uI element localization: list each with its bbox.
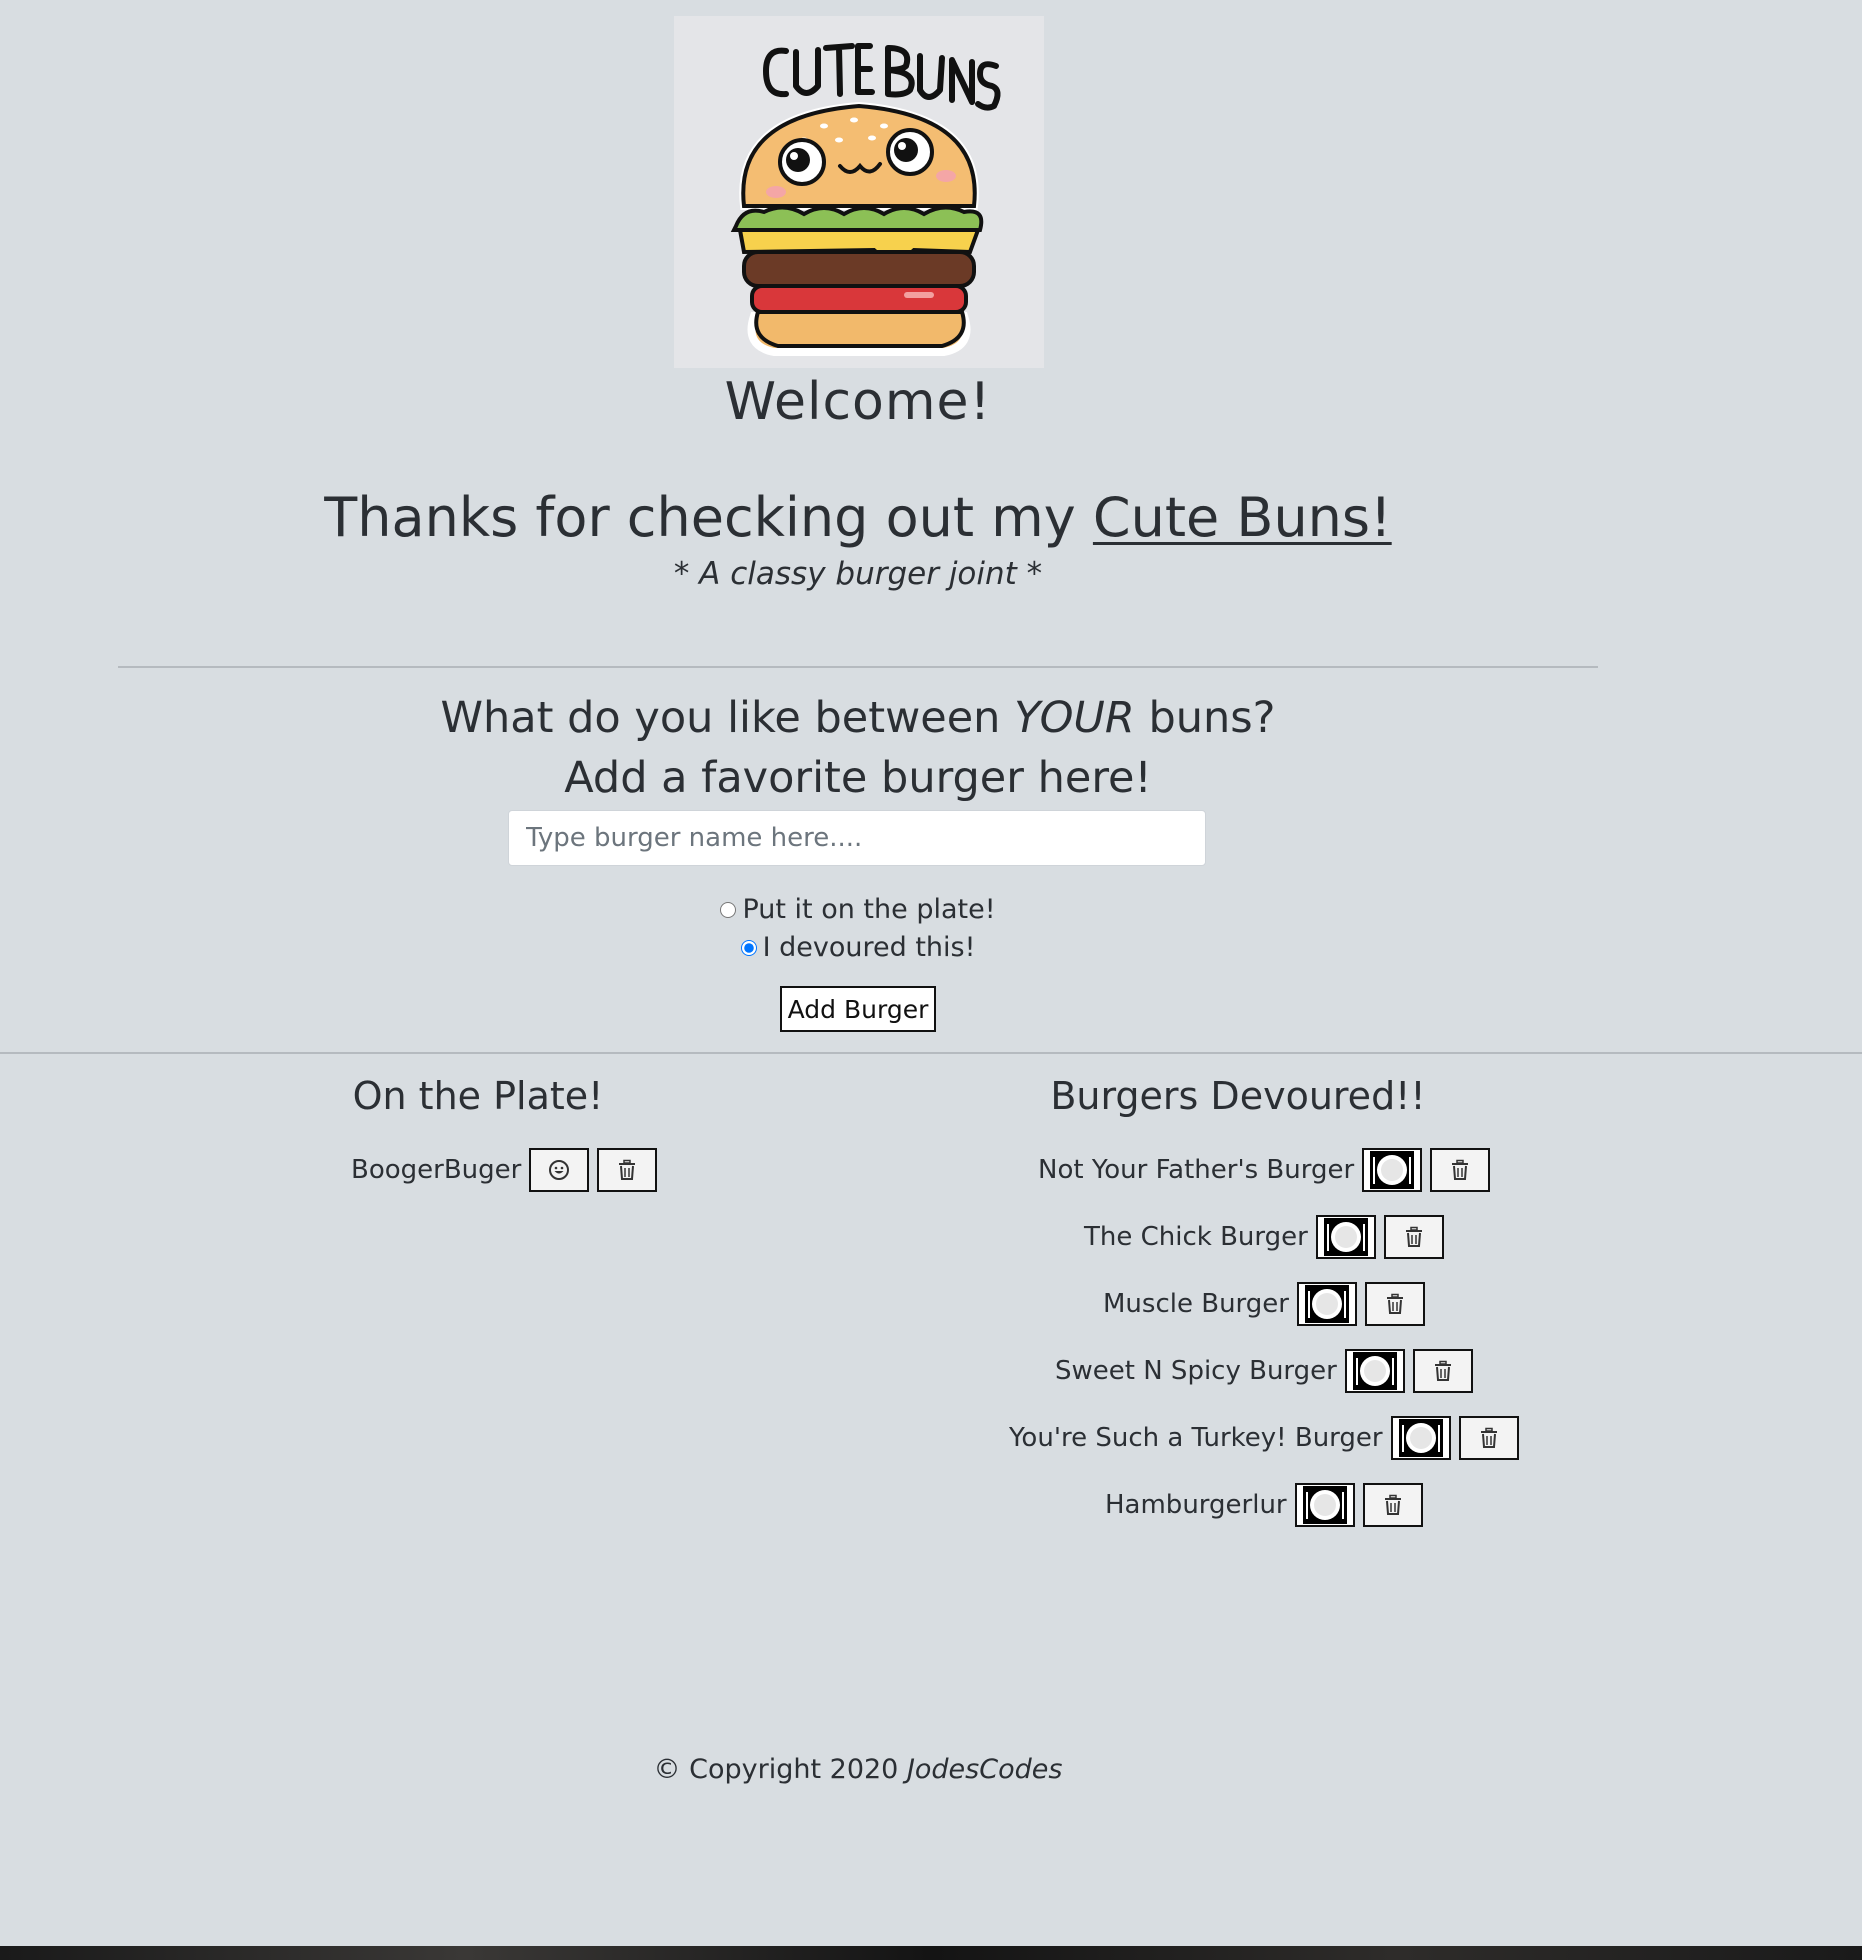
author-name: JodesCodes xyxy=(906,1754,1063,1785)
burger-name: Muscle Burger xyxy=(1103,1289,1289,1319)
burger-name: The Chick Burger xyxy=(1084,1222,1308,1252)
trash-icon xyxy=(619,1159,636,1180)
devoured-item: The Chick Burger xyxy=(1084,1215,1444,1259)
delete-button[interactable] xyxy=(1362,1483,1423,1527)
trash-icon xyxy=(1480,1427,1497,1448)
radio-plate[interactable] xyxy=(720,901,737,918)
plate-icon xyxy=(1302,1486,1347,1524)
plate-icon xyxy=(1398,1419,1443,1457)
section-divider xyxy=(0,1052,1862,1054)
move-to-plate-button[interactable] xyxy=(1344,1349,1405,1393)
delete-button[interactable] xyxy=(1430,1148,1491,1192)
welcome-heading: Welcome! xyxy=(724,372,992,432)
radio-devoured-row: I devoured this! xyxy=(0,931,1716,963)
question-line: What do you like between YOUR buns? xyxy=(0,688,1716,748)
delete-button[interactable] xyxy=(1383,1215,1444,1259)
tagline: * A classy burger joint * xyxy=(673,556,1043,592)
add-burger-prompt: What do you like between YOUR buns? Add … xyxy=(0,688,1716,808)
plate-icon xyxy=(1352,1352,1397,1390)
move-to-plate-button[interactable] xyxy=(1390,1416,1451,1460)
add-burger-button[interactable]: Add Burger xyxy=(780,986,936,1032)
footer: © Copyright 2020 JodesCodes xyxy=(0,1754,1716,1785)
delete-button[interactable] xyxy=(1364,1282,1425,1326)
burger-name-input[interactable] xyxy=(508,810,1206,866)
question-emphasis: YOUR xyxy=(1014,693,1135,743)
page: Welcome! Thanks for checking out my Cute… xyxy=(0,0,1862,1960)
plate-icon xyxy=(1304,1285,1349,1323)
burger-name: Hamburgerlur xyxy=(1105,1490,1287,1520)
burger-name: Sweet N Spicy Burger xyxy=(1055,1356,1337,1386)
cute-buns-logo xyxy=(674,16,1044,368)
devour-button[interactable] xyxy=(529,1148,590,1192)
burger-logo-icon xyxy=(674,16,1044,368)
trash-icon xyxy=(1386,1293,1403,1314)
burger-name: Not Your Father's Burger xyxy=(1038,1155,1355,1185)
add-favorite-line: Add a favorite burger here! xyxy=(564,753,1152,803)
delete-button[interactable] xyxy=(1458,1416,1519,1460)
delete-button[interactable] xyxy=(1412,1349,1473,1393)
devoured-item: Muscle Burger xyxy=(1103,1282,1425,1326)
plate-item: BoogerBuger xyxy=(351,1148,658,1192)
trash-icon xyxy=(1384,1494,1401,1515)
devoured-item: You're Such a Turkey! Burger xyxy=(1009,1416,1519,1460)
devoured-column-title: Burgers Devoured!! xyxy=(1050,1074,1426,1118)
divider xyxy=(118,666,1598,668)
smile-icon xyxy=(549,1160,570,1180)
burger-name: BoogerBuger xyxy=(351,1155,522,1185)
trash-icon xyxy=(1405,1226,1422,1247)
question-prefix: What do you like between xyxy=(440,693,1015,743)
trash-icon xyxy=(1434,1360,1451,1381)
plate-column-title: On the Plate! xyxy=(352,1074,604,1118)
plate-icon xyxy=(1323,1218,1368,1256)
cute-buns-link[interactable]: Cute Buns! xyxy=(1093,486,1392,549)
thanks-prefix: Thanks for checking out my xyxy=(324,486,1093,549)
thanks-heading: Thanks for checking out my Cute Buns! xyxy=(0,486,1716,549)
devoured-item: Sweet N Spicy Burger xyxy=(1055,1349,1473,1393)
radio-plate-row: Put it on the plate! xyxy=(0,893,1716,925)
delete-button[interactable] xyxy=(597,1148,658,1192)
radio-plate-label[interactable]: Put it on the plate! xyxy=(742,894,995,925)
copyright-text: © Copyright 2020 xyxy=(653,1754,907,1785)
plate-icon xyxy=(1370,1151,1415,1189)
burger-name: You're Such a Turkey! Burger xyxy=(1009,1423,1383,1453)
radio-devoured[interactable] xyxy=(740,939,757,956)
question-suffix: buns? xyxy=(1134,693,1276,743)
devoured-item: Hamburgerlur xyxy=(1105,1483,1423,1527)
move-to-plate-button[interactable] xyxy=(1294,1483,1355,1527)
move-to-plate-button[interactable] xyxy=(1296,1282,1357,1326)
move-to-plate-button[interactable] xyxy=(1315,1215,1376,1259)
trash-icon xyxy=(1452,1159,1469,1180)
bottom-bar xyxy=(0,1946,1862,1960)
radio-devoured-label[interactable]: I devoured this! xyxy=(763,932,976,963)
devoured-item: Not Your Father's Burger xyxy=(1038,1148,1491,1192)
move-to-plate-button[interactable] xyxy=(1362,1148,1423,1192)
